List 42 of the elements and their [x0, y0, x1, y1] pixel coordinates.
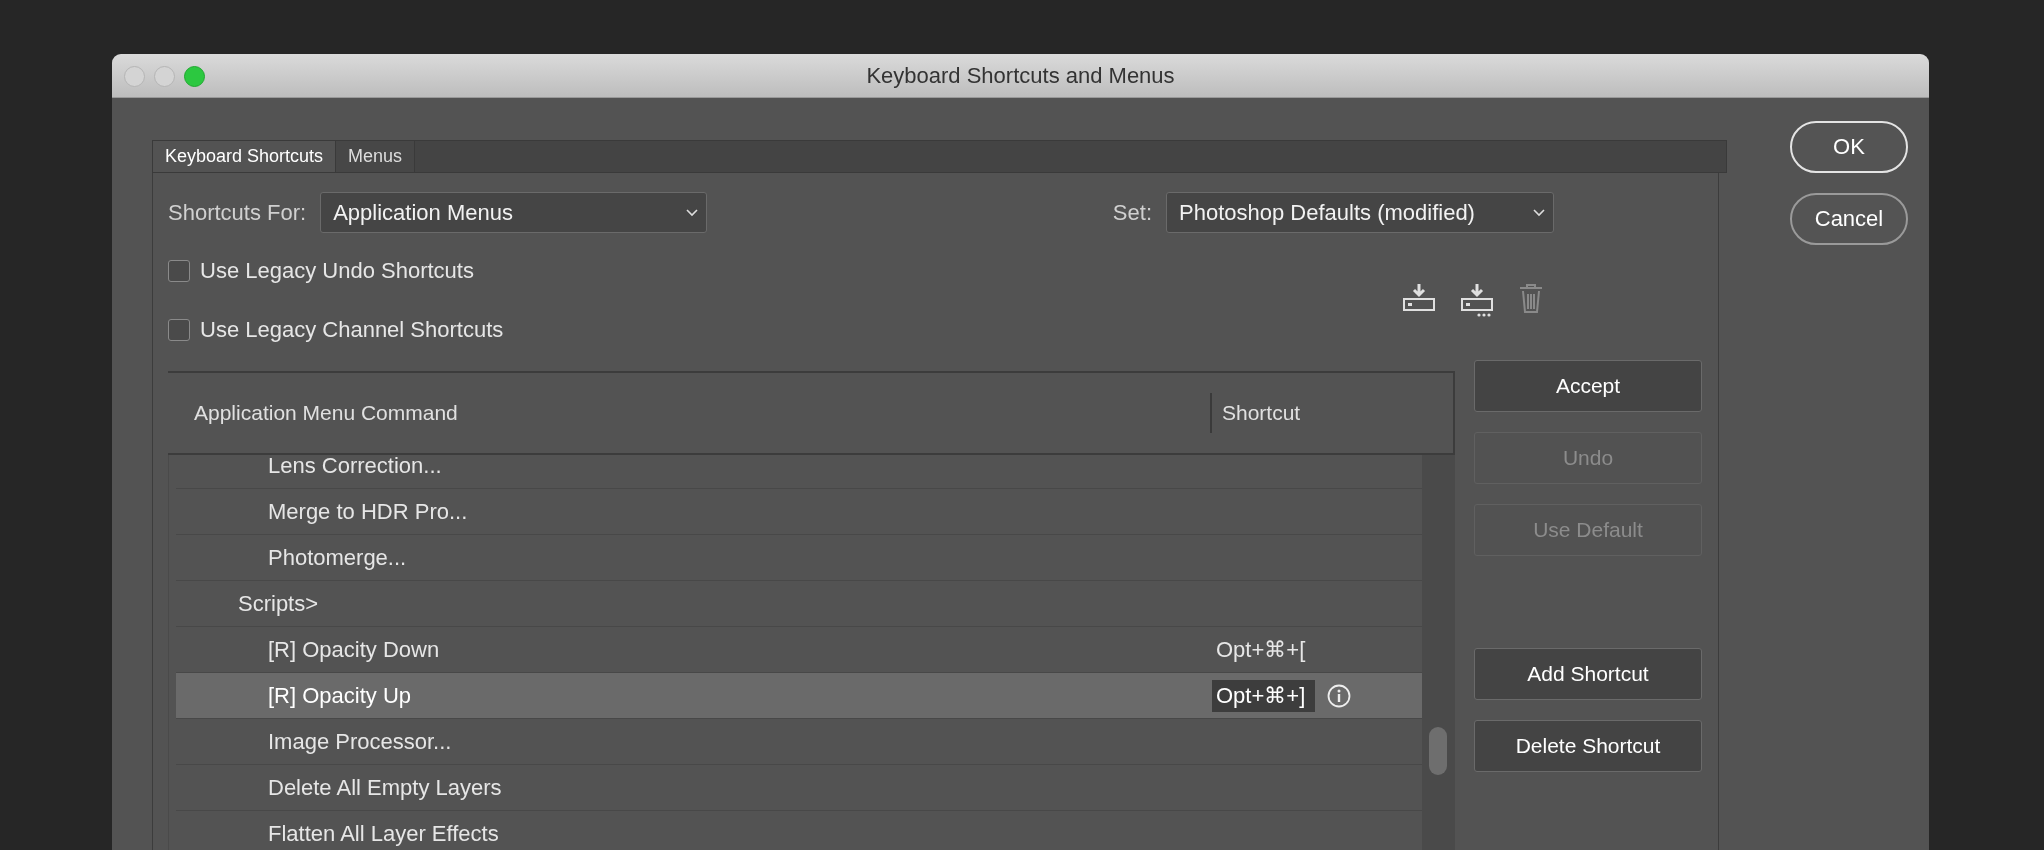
command-label: Delete All Empty Layers	[267, 774, 503, 801]
table-row[interactable]: Lens Correction...	[176, 455, 1423, 489]
info-icon[interactable]	[1327, 683, 1352, 708]
window-title: Keyboard Shortcuts and Menus	[866, 62, 1175, 89]
action-button[interactable]: Delete Shortcut	[1474, 720, 1702, 772]
caret-icon	[1533, 208, 1545, 217]
checkbox[interactable]	[168, 260, 190, 282]
command-label: [R] Opacity Down	[267, 636, 441, 663]
table-row[interactable]: Scripts>	[176, 581, 1423, 627]
table-row[interactable]: Delete All Empty Layers	[176, 765, 1423, 811]
download-icon[interactable]	[1459, 282, 1495, 318]
checkbox[interactable]	[168, 319, 190, 341]
dialog-button[interactable]: Cancel	[1790, 193, 1908, 245]
caret-icon	[686, 208, 699, 217]
table-row[interactable]: Merge to HDR Pro...	[176, 489, 1423, 535]
table-row[interactable]: Photomerge...	[176, 535, 1423, 581]
command-label: Merge to HDR Pro...	[267, 498, 469, 525]
dropdown[interactable]: Photoshop Defaults (modified)	[1166, 192, 1554, 233]
table-row[interactable]: [R] Opacity Up Opt+⌘+]	[176, 673, 1423, 719]
column-header: Shortcut	[1210, 393, 1311, 433]
shortcut-text: Opt+⌘+[	[1215, 636, 1306, 663]
command-label: Photomerge...	[267, 544, 408, 571]
field-label: Shortcuts For:	[168, 199, 307, 226]
command-label: Image Processor...	[267, 728, 453, 755]
shortcut-field[interactable]: Opt+⌘+]	[1212, 679, 1316, 712]
scrollbar[interactable]	[1422, 455, 1455, 850]
action-button[interactable]: Add Shortcut	[1474, 648, 1702, 700]
tab[interactable]: Keyboard Shortcuts	[153, 141, 337, 172]
dialog-button[interactable]: OK	[1790, 121, 1908, 173]
column-header: Application Menu Command	[193, 401, 459, 425]
table-row[interactable]: Image Processor...	[176, 719, 1423, 765]
zoom-button[interactable]	[184, 66, 205, 87]
command-label: Flatten All Layer Effects	[267, 820, 500, 847]
command-label: [R] Opacity Up	[267, 682, 413, 709]
action-button[interactable]: Accept	[1474, 360, 1702, 412]
download-icon[interactable]	[1401, 282, 1437, 314]
command-label: Lens Correction...	[267, 455, 443, 479]
field-label: Set:	[1112, 199, 1152, 226]
checkbox-label: Use Legacy Channel Shortcuts	[200, 317, 504, 343]
command-label: Scripts>	[237, 590, 320, 617]
dropdown[interactable]: Application Menus	[320, 192, 708, 233]
checkbox-label: Use Legacy Undo Shortcuts	[200, 258, 474, 284]
